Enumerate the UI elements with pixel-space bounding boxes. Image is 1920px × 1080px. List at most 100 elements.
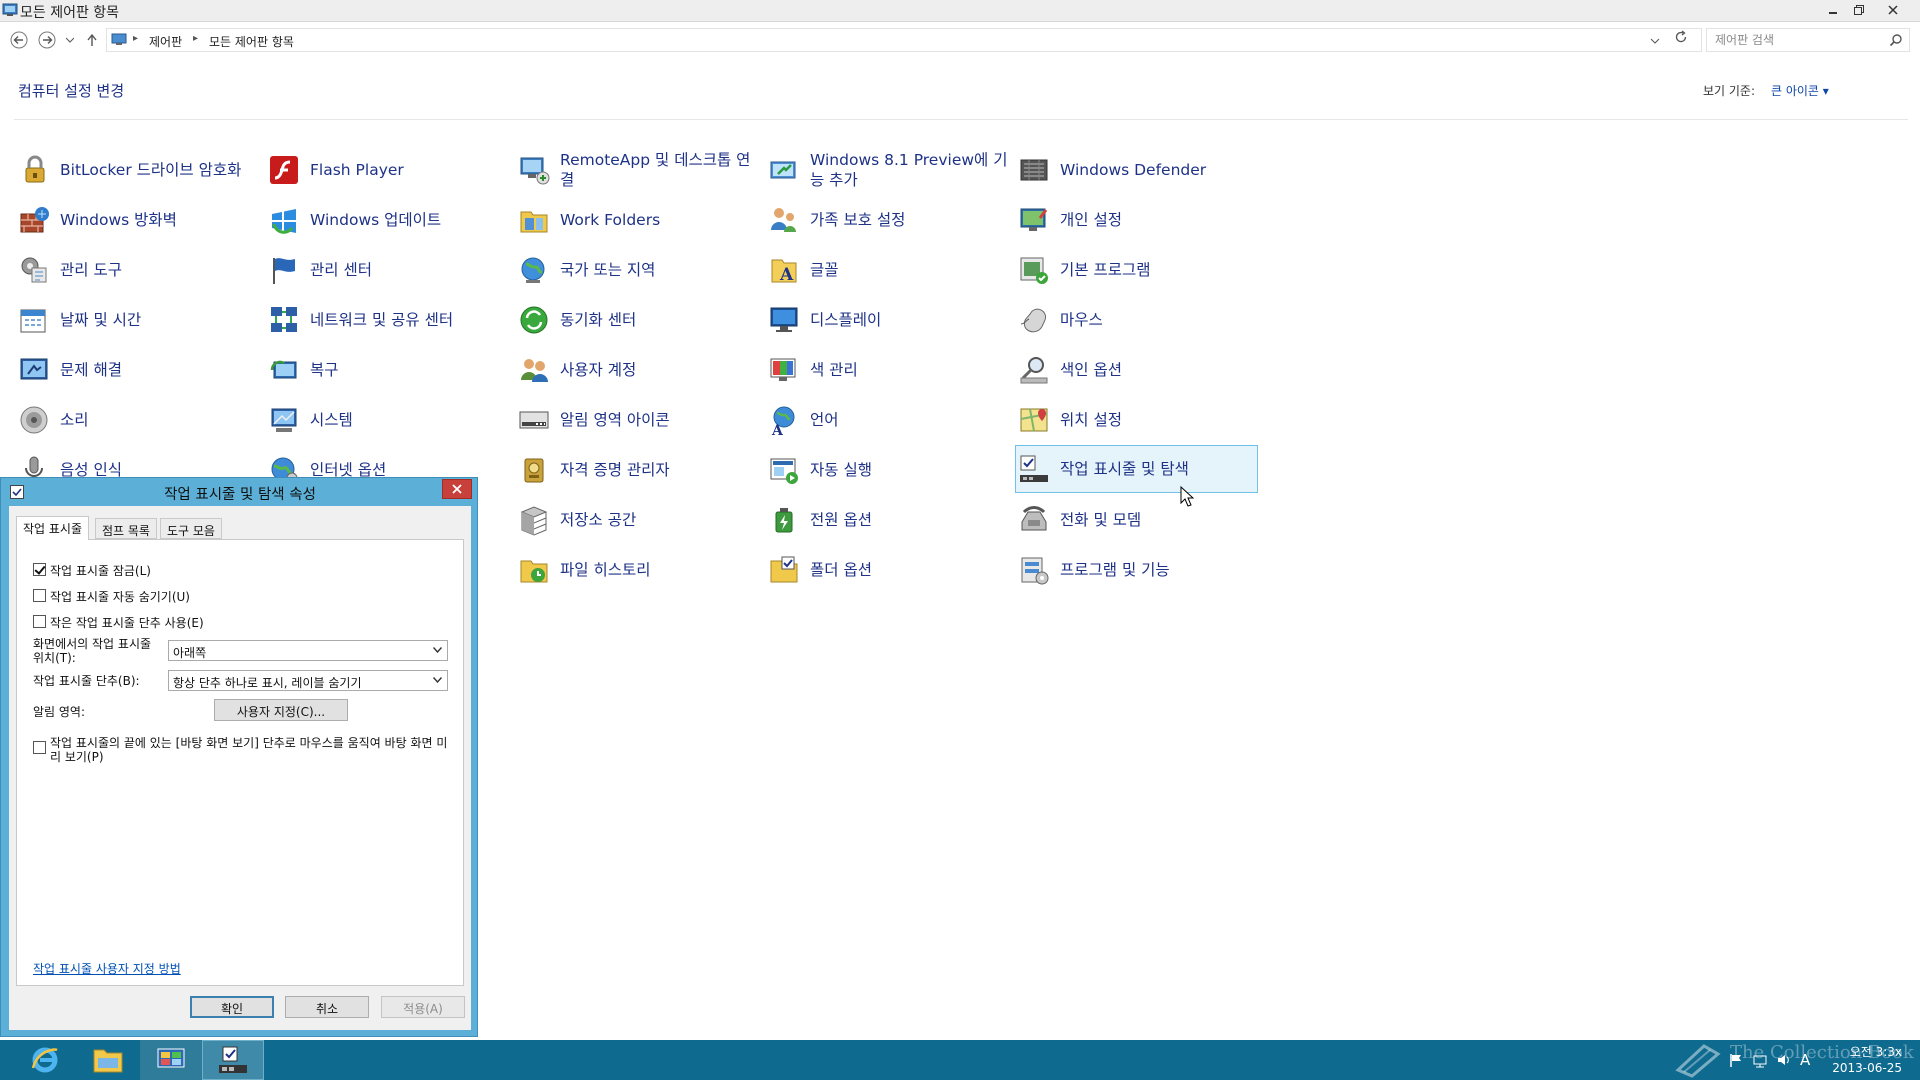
cancel-button[interactable]: 취소 xyxy=(285,996,369,1018)
watermark-logo-icon xyxy=(1675,1044,1721,1078)
cp-item-power-options[interactable]: 전원 옵션 xyxy=(766,496,1009,544)
cp-item-programs-features[interactable]: 프로그램 및 기능 xyxy=(1016,546,1259,594)
dialog-close-button[interactable] xyxy=(442,479,472,499)
restore-button[interactable] xyxy=(1846,0,1872,20)
search-icon[interactable] xyxy=(1889,33,1903,47)
aero-peek-checkbox[interactable] xyxy=(33,741,46,754)
cp-item-windows-defender[interactable]: Windows Defender xyxy=(1016,146,1259,194)
restore-icon xyxy=(1854,5,1864,15)
address-bar[interactable]: ▸ 제어판 ▸ 모든 제어판 항목 xyxy=(106,28,1702,52)
cp-item-mouse[interactable]: 마우스 xyxy=(1016,296,1259,344)
cp-item-label: 폴더 옵션 xyxy=(810,561,872,579)
lock-taskbar-checkbox[interactable] xyxy=(33,563,46,576)
cp-item-default-programs[interactable]: 기본 프로그램 xyxy=(1016,246,1259,294)
cp-item-label: BitLocker 드라이브 암호화 xyxy=(60,161,242,179)
cp-item-personalization[interactable]: 개인 설정 xyxy=(1016,196,1259,244)
tab-jump-lists[interactable]: 점프 목록 xyxy=(95,518,157,539)
view-by-label: 보기 기준: xyxy=(1703,84,1756,98)
tab-toolbars[interactable]: 도구 모음 xyxy=(160,518,222,539)
lock-taskbar-label: 작업 표시줄 잠금(L) xyxy=(50,564,151,578)
control-panel-icon xyxy=(111,33,127,45)
breadcrumb-control-panel[interactable]: 제어판 xyxy=(149,33,182,50)
lock-taskbar-option[interactable]: 작업 표시줄 잠금(L) xyxy=(33,562,151,579)
small-buttons-option[interactable]: 작은 작업 표시줄 단추 사용(E) xyxy=(33,614,204,631)
cp-item-label: 자동 실행 xyxy=(810,461,872,479)
cp-item-firewall[interactable]: Windows 방화벽 xyxy=(16,196,259,244)
view-by-dropdown[interactable]: 큰 아이콘 ▾ xyxy=(1771,82,1829,99)
refresh-button[interactable] xyxy=(1674,29,1688,48)
recent-locations-button[interactable] xyxy=(63,30,77,50)
file-history-icon xyxy=(520,560,548,583)
cp-item-user-accounts[interactable]: 사용자 계정 xyxy=(516,346,759,394)
taskbar-location-select[interactable]: 아래쪽 xyxy=(168,640,448,661)
cp-item-admin-tools[interactable]: 관리 도구 xyxy=(16,246,259,294)
cp-item-location[interactable]: 위치 설정 xyxy=(1016,396,1259,444)
apply-button[interactable]: 적용(A) xyxy=(381,996,465,1018)
cp-item-troubleshooting[interactable]: 문제 해결 xyxy=(16,346,259,394)
small-buttons-checkbox[interactable] xyxy=(33,615,46,628)
up-button[interactable] xyxy=(84,30,100,50)
cp-item-label: 네트워크 및 공유 센터 xyxy=(310,311,454,329)
dialog-title-bar[interactable]: 작업 표시줄 및 탐색 속성 xyxy=(1,478,479,506)
clock-date[interactable]: 2013-06-25 xyxy=(1830,1061,1902,1075)
cp-item-date-time[interactable]: 날짜 및 시간 xyxy=(16,296,259,344)
customize-button[interactable]: 사용자 지정(C)... xyxy=(214,699,348,721)
cp-item-display[interactable]: 디스플레이 xyxy=(766,296,1009,344)
cp-item-color-management[interactable]: 색 관리 xyxy=(766,346,1009,394)
taskbar-buttons-value: 항상 단추 하나로 표시, 레이블 숨기기 xyxy=(173,676,362,690)
taskbar-control-panel[interactable] xyxy=(140,1040,202,1080)
cp-item-phone-modem[interactable]: 전화 및 모뎀 xyxy=(1016,496,1259,544)
cp-item-windows-update[interactable]: Windows 업데이트 xyxy=(266,196,509,244)
cp-item-autoplay[interactable]: 자동 실행 xyxy=(766,446,1009,494)
cp-item-region[interactable]: 국가 또는 지역 xyxy=(516,246,759,294)
remoteapp-icon xyxy=(520,157,550,185)
breadcrumb-all-items[interactable]: 모든 제어판 항목 xyxy=(209,33,294,50)
cp-item-network-center[interactable]: 네트워크 및 공유 센터 xyxy=(266,296,509,344)
cp-item-notification-icons[interactable]: 알림 영역 아이콘 xyxy=(516,396,759,444)
chevron-down-icon xyxy=(433,647,442,653)
region-icon xyxy=(521,257,545,283)
close-icon xyxy=(1888,5,1898,15)
back-arrow-icon xyxy=(10,31,28,49)
cp-item-label: Windows 8.1 Preview에 기능 추가 xyxy=(810,151,1008,189)
taskbar-properties-window[interactable] xyxy=(202,1040,264,1080)
cp-item-system[interactable]: 시스템 xyxy=(266,396,509,444)
search-input[interactable] xyxy=(1715,30,1885,50)
cp-item-storage-spaces[interactable]: 저장소 공간 xyxy=(516,496,759,544)
taskbar-help-link[interactable]: 작업 표시줄 사용자 지정 방법 xyxy=(33,960,181,977)
cp-item-sound[interactable]: 소리 xyxy=(16,396,259,444)
cp-item-label: 동기화 센터 xyxy=(560,311,637,329)
cp-item-action-center[interactable]: 관리 센터 xyxy=(266,246,509,294)
cp-item-language[interactable]: A 언어 xyxy=(766,396,1009,444)
cp-item-sync-center[interactable]: 동기화 센터 xyxy=(516,296,759,344)
taskbar-internet-explorer[interactable] xyxy=(14,1040,76,1080)
cp-item-fonts[interactable]: A 글꼴 xyxy=(766,246,1009,294)
taskbar-file-explorer[interactable] xyxy=(77,1040,139,1080)
close-window-button[interactable] xyxy=(1880,0,1906,20)
cp-item-work-folders[interactable]: Work Folders xyxy=(516,196,759,244)
address-history-dropdown[interactable] xyxy=(1650,30,1660,49)
back-button[interactable] xyxy=(9,30,29,50)
taskbar-buttons-select[interactable]: 항상 단추 하나로 표시, 레이블 숨기기 xyxy=(168,670,448,691)
cp-item-recovery[interactable]: 복구 xyxy=(266,346,509,394)
cp-item-credential-manager[interactable]: 자격 증명 관리자 xyxy=(516,446,759,494)
cp-item-taskbar-navigation[interactable]: 작업 표시줄 및 탐색 xyxy=(1015,445,1258,493)
autohide-checkbox[interactable] xyxy=(33,589,46,602)
cp-item-remoteapp[interactable]: RemoteApp 및 데스크톱 연결 xyxy=(516,146,759,194)
cp-item-label: Windows 업데이트 xyxy=(310,211,442,229)
cp-item-indexing-options[interactable]: 색인 옵션 xyxy=(1016,346,1259,394)
cp-item-folder-options[interactable]: 폴더 옵션 xyxy=(766,546,1009,594)
cp-item-label: 프로그램 및 기능 xyxy=(1060,561,1170,579)
cp-item-add-features[interactable]: Windows 8.1 Preview에 기능 추가 xyxy=(766,146,1009,194)
tab-taskbar[interactable]: 작업 표시줄 xyxy=(16,516,90,540)
forward-button[interactable] xyxy=(37,30,57,50)
cp-item-file-history[interactable]: 파일 히스토리 xyxy=(516,546,759,594)
autohide-option[interactable]: 작업 표시줄 자동 숨기기(U) xyxy=(33,588,190,605)
aero-peek-option[interactable]: 작업 표시줄의 끝에 있는 [바탕 화면 보기] 단추로 마우스를 움직여 바탕… xyxy=(33,736,453,764)
ok-button[interactable]: 확인 xyxy=(190,996,274,1018)
display-icon xyxy=(770,307,798,332)
cp-item-family-safety[interactable]: 가족 보호 설정 xyxy=(766,196,1009,244)
cp-item-bitlocker[interactable]: BitLocker 드라이브 암호화 xyxy=(16,146,259,194)
minimize-button[interactable] xyxy=(1820,0,1846,20)
cp-item-flash-player[interactable]: Flash Player xyxy=(266,146,509,194)
